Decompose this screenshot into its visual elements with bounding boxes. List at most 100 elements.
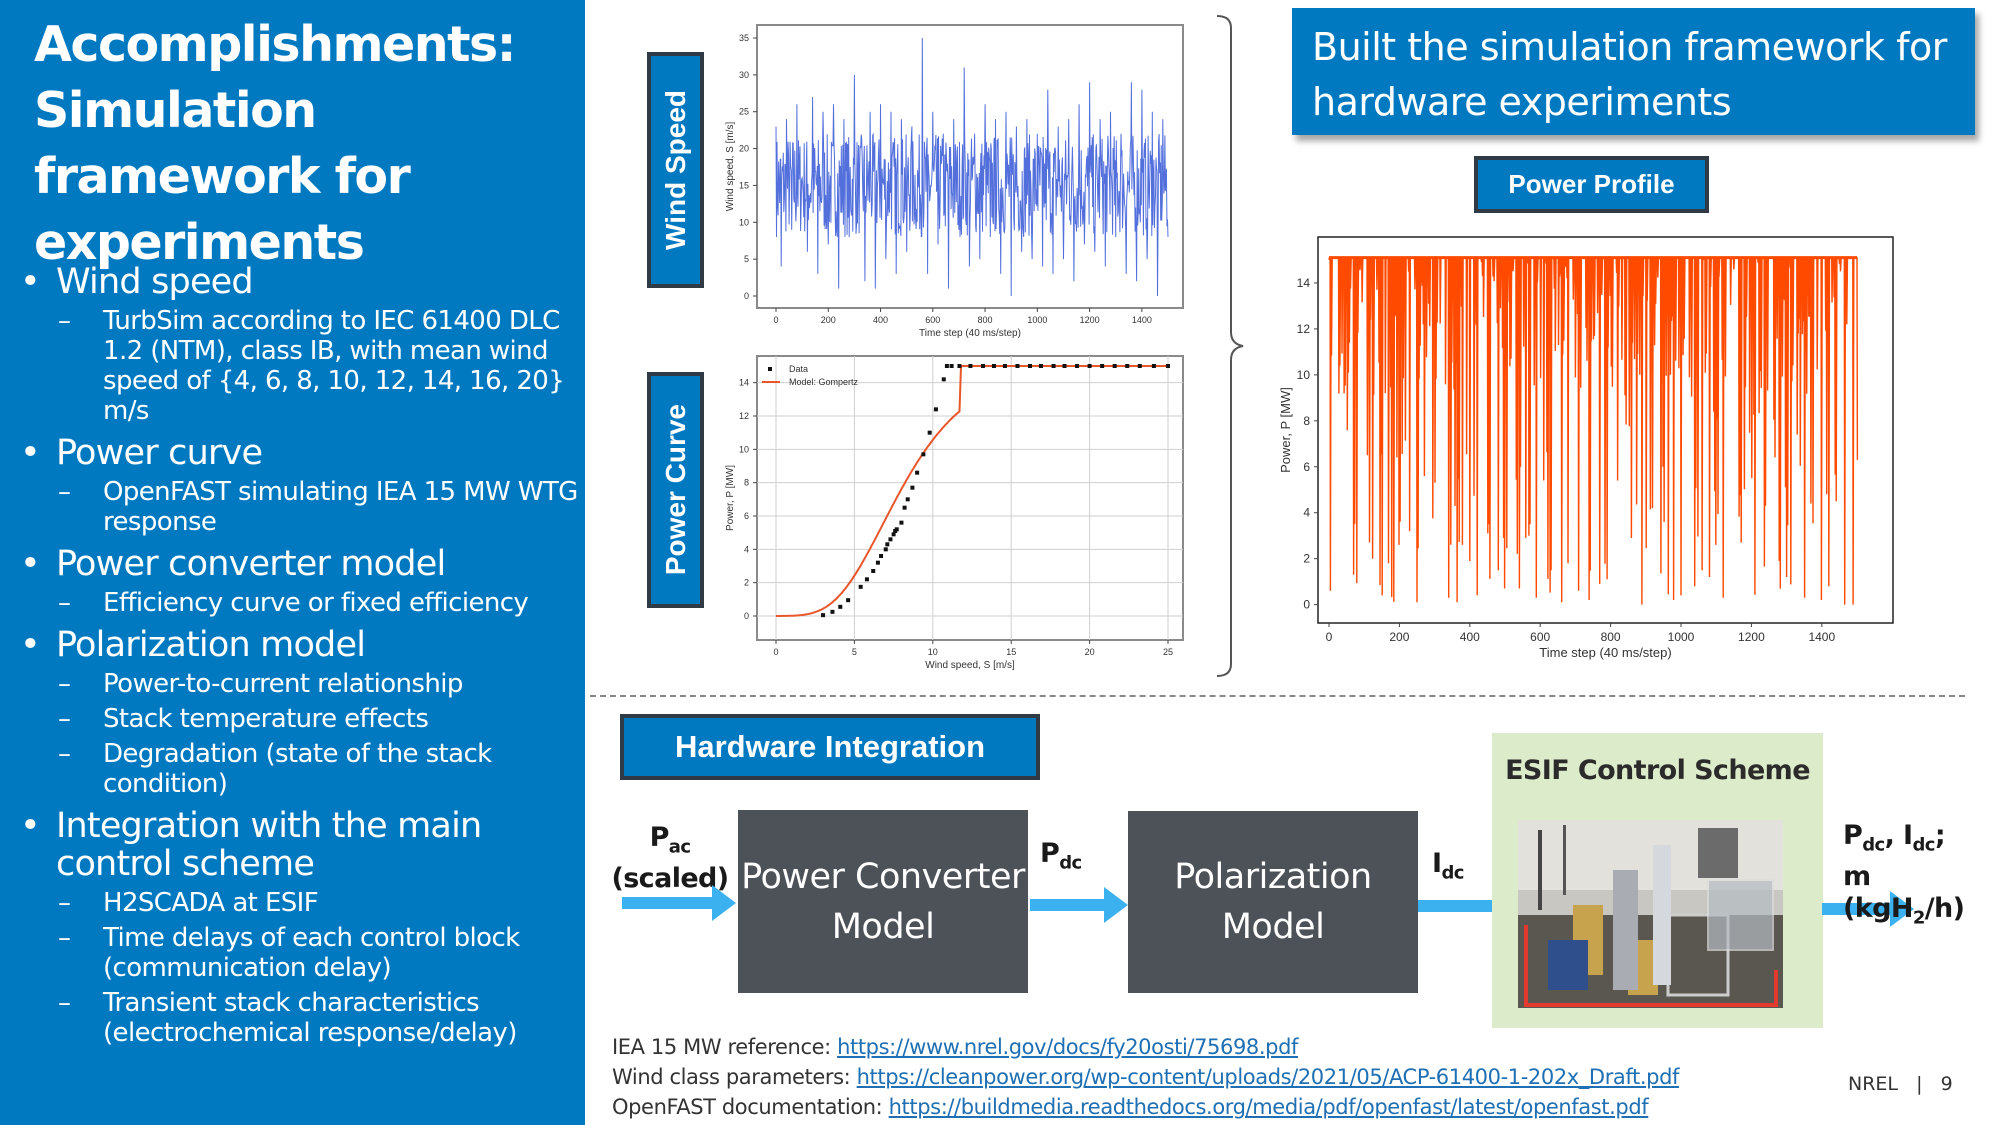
wind-speed-label-text: Wind Speed [659, 90, 691, 250]
data-point [1100, 364, 1105, 368]
y-tick-label: 0 [744, 291, 749, 301]
data-point [1002, 364, 1007, 368]
x-axis-label: Time step (40 ms/step) [919, 328, 1021, 339]
y-tick-label: 2 [744, 578, 749, 588]
data-point [1038, 364, 1043, 368]
legend-data-marker [768, 367, 772, 371]
reference-link[interactable]: https://buildmedia.readthedocs.org/media… [889, 1095, 1649, 1119]
data-point [1051, 364, 1056, 368]
power-curve-label-text: Power Curve [659, 404, 691, 576]
slide-title: Accomplishments: Simulation framework fo… [34, 16, 516, 271]
y-tick-label: 10 [739, 444, 749, 454]
data-point [1112, 364, 1117, 368]
x-tick-label: 1400 [1132, 315, 1152, 325]
data-point [1151, 364, 1156, 368]
sub-bullet-item: Transient stack characteristics (electro… [18, 988, 578, 1048]
y-axis-label: Power, P [MW] [1278, 387, 1293, 473]
bullet-item: Polarization model [18, 626, 578, 664]
x-tick-label: 800 [1601, 630, 1621, 644]
data-point [1015, 364, 1020, 368]
x-tick-label: 15 [1006, 647, 1016, 657]
x-tick-label: 200 [821, 315, 836, 325]
out-separator: ; [1934, 820, 1946, 851]
x-tick-label: 0 [1326, 630, 1333, 644]
pdc-signal-label: Pdc [1040, 838, 1082, 879]
y-tick-label: 25 [739, 107, 749, 117]
x-tick-label: 25 [1163, 647, 1173, 657]
arrow-pdc [1030, 887, 1128, 923]
x-tick-label: 200 [1389, 630, 1409, 644]
y-tick-label: 2 [1303, 552, 1310, 566]
data-point [883, 547, 888, 552]
y-tick-label: 8 [1303, 414, 1310, 428]
electrolyzer-lab-photo [1518, 820, 1783, 1008]
sub-bullet-item: OpenFAST simulating IEA 15 MW WTG respon… [18, 477, 578, 537]
headline-box: Built the simulation framework for hardw… [1292, 8, 1975, 135]
data-point [899, 520, 904, 525]
section-divider [590, 695, 1965, 697]
x-tick-label: 20 [1085, 647, 1095, 657]
y-tick-label: 14 [1297, 276, 1311, 290]
y-tick-label: 20 [739, 144, 749, 154]
y-tick-label: 12 [1297, 322, 1311, 336]
input-signal-symbol: P [649, 822, 670, 853]
y-tick-label: 30 [739, 70, 749, 80]
x-tick-label: 5 [852, 647, 857, 657]
x-tick-label: 400 [873, 315, 888, 325]
x-tick-label: 400 [1460, 630, 1480, 644]
sub-bullet-item: Efficiency curve or fixed efficiency [18, 588, 578, 618]
y-tick-label: 15 [739, 180, 749, 190]
data-point [1125, 364, 1130, 368]
esif-control-scheme-box: ESIF Control Scheme [1492, 733, 1823, 1028]
data-point [933, 407, 938, 412]
output-signal-label: Pdc, Idc; m (kgH2/h) [1843, 820, 2000, 935]
x-axis-label: Time step (40 ms/step) [1539, 645, 1671, 660]
data-point [902, 505, 907, 510]
power-converter-block: Power Converter Model [738, 810, 1028, 993]
data-point [927, 430, 932, 435]
data-point [879, 554, 884, 558]
y-tick-label: 0 [744, 611, 749, 621]
y-tick-label: 10 [1297, 368, 1311, 382]
plot-frame [756, 24, 1184, 309]
data-point [875, 560, 880, 565]
data-point [944, 364, 949, 368]
x-tick-label: 0 [773, 315, 778, 325]
arrow-input [622, 885, 736, 921]
bullet-item: Power converter model [18, 545, 578, 583]
reference-link[interactable]: https://www.nrel.gov/docs/fy20osti/75698… [837, 1035, 1298, 1059]
wind-speed-chart: 0 200 400 600 800 1000 1200 1400 0 5 10 15 20 25 30 35 T… [725, 24, 1184, 339]
footer-org: NREL [1848, 1073, 1899, 1095]
data-point [1166, 364, 1170, 368]
y-tick-label: 12 [739, 411, 749, 421]
x-tick-label: 1200 [1738, 630, 1765, 644]
sub-bullet-item: H2SCADA at ESIF [18, 888, 578, 918]
data-point [915, 470, 920, 475]
out-pdc-subscript: dc [1862, 834, 1885, 856]
bullet-item: Power curve [18, 434, 578, 472]
reference-line: OpenFAST documentation: https://buildmed… [612, 1092, 1679, 1122]
bullet-list: Wind speed TurbSim according to IEC 61400… [18, 255, 578, 1048]
out-mass-flow: m (kgH [1843, 861, 1913, 925]
reference-label: OpenFAST documentation: [612, 1095, 889, 1119]
x-tick-label: 10 [928, 647, 938, 657]
y-tick-label: 4 [1303, 506, 1310, 520]
data-point [968, 364, 973, 368]
y-tick-label: 14 [739, 378, 749, 388]
data-point [871, 569, 876, 573]
data-point [1087, 364, 1092, 368]
sub-bullet-item: Stack temperature effects [18, 704, 578, 734]
x-tick-label: 1200 [1080, 315, 1100, 325]
x-tick-label: 1000 [1027, 315, 1047, 325]
out-pdc-symbol: P [1843, 820, 1863, 851]
pdc-subscript: dc [1059, 852, 1082, 874]
reference-line: Wind class parameters: https://cleanpowe… [612, 1062, 1679, 1092]
y-tick-label: 6 [744, 511, 749, 521]
sub-bullet-item: Power-to-current relationship [18, 669, 578, 699]
reference-link[interactable]: https://cleanpower.org/wp-content/upload… [857, 1065, 1680, 1089]
y-tick-label: 10 [739, 217, 749, 227]
x-tick-label: 600 [925, 315, 940, 325]
x-tick-label: 0 [773, 647, 778, 657]
data-point [941, 377, 946, 382]
data-point [905, 497, 910, 502]
